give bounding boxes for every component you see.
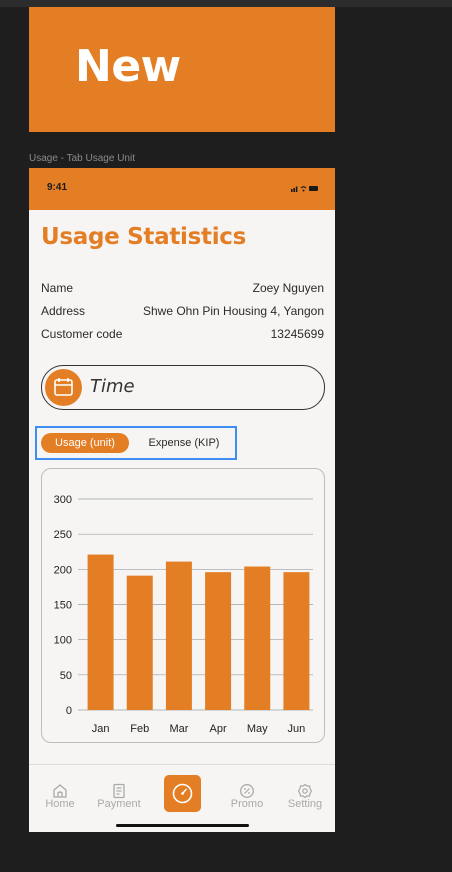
canvas-top-bar — [0, 0, 452, 7]
y-tick-label: 200 — [54, 564, 72, 576]
usage-tabs: Usage (unit) Expense (KIP) — [35, 426, 237, 460]
home-indicator — [116, 824, 249, 827]
y-tick-label: 0 — [66, 705, 72, 717]
phone-screen: 9:41 Usage Statistics Name Zoey Nguyen A… — [29, 168, 335, 832]
bar — [283, 572, 310, 710]
x-tick-label: Feb — [130, 723, 149, 735]
y-tick-label: 250 — [54, 529, 72, 541]
x-tick-label: Mar — [169, 723, 188, 735]
nav-promo-label: Promo — [230, 798, 264, 810]
nav-setting-label: Setting — [287, 798, 323, 810]
status-bar: 9:41 — [29, 168, 335, 210]
time-selector[interactable]: Time — [41, 365, 325, 410]
chart-svg: 0 50 100 150 200 250 300 Jan Feb Mar Apr May Jun — [54, 494, 313, 735]
y-tick-label: 100 — [54, 635, 72, 647]
time-selector-label: Time — [90, 376, 135, 397]
x-tick-label: Jan — [92, 723, 110, 735]
nav-payment[interactable]: Payment — [94, 765, 144, 815]
new-banner: New — [29, 7, 335, 132]
info-value: Zoey Nguyen — [252, 281, 324, 295]
x-tick-label: May — [247, 723, 268, 735]
bar — [126, 575, 153, 710]
page-title: Usage Statistics — [41, 224, 247, 250]
tab-expense-kip[interactable]: Expense (KIP) — [137, 433, 231, 453]
y-tick-label: 300 — [54, 494, 72, 506]
nav-home[interactable]: Home — [35, 765, 85, 815]
new-banner-label: New — [75, 41, 181, 92]
bar — [87, 554, 114, 710]
bar — [205, 572, 232, 710]
info-key: Customer code — [41, 327, 123, 341]
status-icons — [291, 186, 318, 192]
gear-icon — [297, 783, 313, 799]
nav-promo[interactable]: Promo — [222, 765, 272, 815]
gauge-icon — [172, 783, 193, 804]
tab-usage-unit[interactable]: Usage (unit) — [41, 433, 129, 453]
bar — [165, 561, 192, 710]
status-time: 9:41 — [47, 182, 68, 193]
home-icon — [53, 784, 67, 798]
nav-payment-label: Payment — [97, 798, 141, 810]
calendar-icon — [45, 369, 82, 406]
discount-icon — [240, 784, 254, 798]
bottom-nav: Home Payment Promo Setting — [29, 764, 335, 832]
y-tick-label: 50 — [60, 670, 72, 682]
y-tick-label: 150 — [54, 600, 72, 612]
x-tick-label: Apr — [210, 723, 227, 735]
nav-home-label: Home — [45, 798, 75, 810]
nav-usage-active[interactable] — [164, 775, 201, 812]
x-tick-label: Jun — [288, 723, 306, 735]
receipt-icon — [113, 783, 125, 799]
frame-label: Usage - Tab Usage Unit — [29, 153, 135, 164]
info-key: Address — [41, 304, 86, 318]
info-value: 13245699 — [270, 327, 324, 341]
info-key: Name — [41, 281, 74, 295]
info-value: Shwe Ohn Pin Housing 4, Yangon — [142, 304, 324, 318]
usage-chart: 0 50 100 150 200 250 300 Jan Feb Mar Apr May Jun — [41, 468, 325, 743]
nav-setting[interactable]: Setting — [280, 765, 330, 815]
bar — [244, 566, 271, 710]
